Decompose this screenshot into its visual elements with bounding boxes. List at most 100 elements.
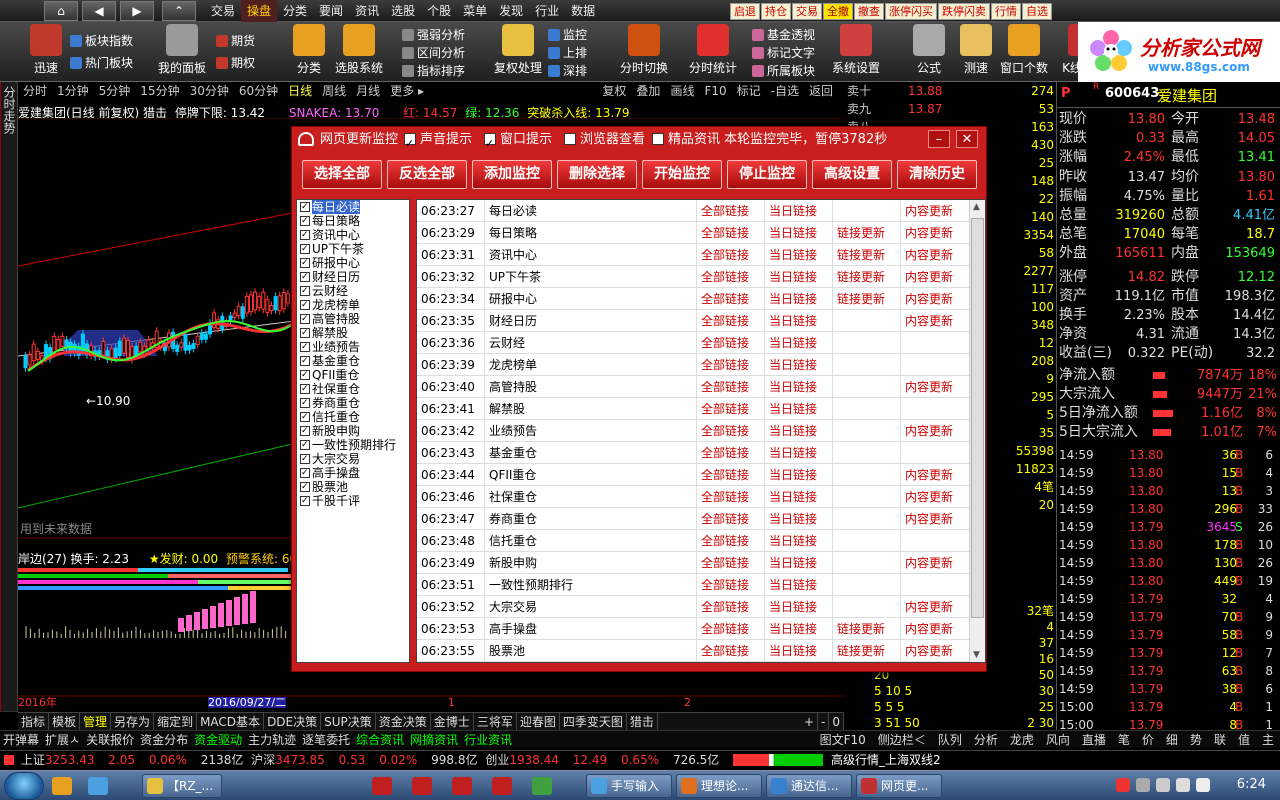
menu-item[interactable]: 个股 [421, 0, 457, 22]
indicator-tab[interactable]: 四季变天图 [560, 713, 627, 730]
source-list-item[interactable]: 社保重仓 [297, 382, 409, 396]
all-links-link[interactable]: 全部链接 [697, 420, 765, 442]
today-links-link[interactable]: 当日链接 [765, 332, 833, 354]
back-icon[interactable]: ◀ [82, 1, 116, 21]
source-checkbox[interactable] [300, 466, 310, 480]
scroll-up-icon[interactable]: ▲ [973, 202, 980, 212]
all-links-link[interactable]: 全部链接 [697, 508, 765, 530]
side-tab[interactable]: 风向 [1040, 731, 1076, 748]
menu-item[interactable]: 选股 [385, 0, 421, 22]
close-icon[interactable]: ✕ [956, 130, 978, 148]
tray-power-icon[interactable] [1176, 778, 1190, 792]
today-links-link[interactable]: 当日链接 [765, 266, 833, 288]
source-checkbox[interactable] [300, 340, 310, 354]
today-links-link[interactable]: 当日链接 [765, 486, 833, 508]
side-tab[interactable]: 势 [1184, 731, 1208, 748]
source-checkbox[interactable] [300, 270, 310, 284]
source-checkbox[interactable] [300, 494, 310, 508]
quick-button[interactable]: 行情 [991, 3, 1021, 20]
content-update-link[interactable]: 内容更新 [901, 464, 971, 486]
indicator-tab[interactable]: DDE决策 [264, 713, 322, 730]
period-tab[interactable]: 更多 ▸ [385, 82, 429, 100]
source-checkbox[interactable] [300, 228, 310, 242]
function-tab[interactable]: 网摘资讯 [407, 731, 461, 748]
today-links-link[interactable]: 当日链接 [765, 574, 833, 596]
all-links-link[interactable]: 全部链接 [697, 486, 765, 508]
function-tab[interactable]: 行业资讯 [461, 731, 515, 748]
menu-item[interactable]: 数据 [565, 0, 601, 22]
source-checkbox[interactable] [300, 326, 310, 340]
toolbar-small-button[interactable]: 上排 [548, 44, 587, 62]
today-links-link[interactable]: 当日链接 [765, 420, 833, 442]
content-update-link[interactable]: 内容更新 [901, 310, 971, 332]
taskbar-button[interactable]: 通达信... [766, 774, 852, 798]
all-links-link[interactable]: 全部链接 [697, 640, 765, 662]
all-links-link[interactable]: 全部链接 [697, 332, 765, 354]
quick-button[interactable]: 交易 [792, 3, 822, 20]
link-update-link[interactable] [833, 552, 901, 574]
function-tab[interactable]: 开弹幕 [0, 731, 42, 748]
link-update-link[interactable] [833, 310, 901, 332]
source-checkbox[interactable] [300, 256, 310, 270]
tray-volume-icon[interactable] [1196, 778, 1210, 792]
dialog-button[interactable]: 开始监控 [642, 160, 722, 189]
source-checkbox[interactable] [300, 214, 310, 228]
chart-tool-button[interactable]: 标记 [732, 82, 766, 100]
side-tab[interactable]: 队列 [932, 731, 968, 748]
side-tab[interactable]: 分析 [968, 731, 1004, 748]
chart-tool-button[interactable]: 叠加 [631, 82, 665, 100]
all-links-link[interactable]: 全部链接 [697, 200, 765, 222]
source-checkbox[interactable] [300, 438, 310, 452]
content-update-link[interactable]: 内容更新 [901, 618, 971, 640]
link-update-link[interactable] [833, 332, 901, 354]
all-links-link[interactable]: 全部链接 [697, 376, 765, 398]
quicklaunch-icon[interactable] [88, 777, 108, 795]
link-update-link[interactable] [833, 530, 901, 552]
today-links-link[interactable]: 当日链接 [765, 464, 833, 486]
today-links-link[interactable]: 当日链接 [765, 618, 833, 640]
today-links-link[interactable]: 当日链接 [765, 310, 833, 332]
toolbar-button[interactable]: 分类 [285, 24, 333, 76]
today-links-link[interactable]: 当日链接 [765, 442, 833, 464]
toolbar-button[interactable]: 测速 [952, 24, 1000, 76]
toolbar-button[interactable]: 复权处理 [494, 24, 542, 76]
side-tab[interactable]: 价 [1136, 731, 1160, 748]
taskbar-button[interactable]: 手写输入 [586, 774, 672, 798]
toolbar-small-button[interactable]: 区间分析 [402, 44, 465, 62]
link-update-link[interactable] [833, 596, 901, 618]
all-links-link[interactable]: 全部链接 [697, 222, 765, 244]
source-list-item[interactable]: 高管持股 [297, 312, 409, 326]
all-links-link[interactable]: 全部链接 [697, 266, 765, 288]
link-update-link[interactable] [833, 376, 901, 398]
menu-item[interactable]: 交易 [205, 0, 241, 22]
all-links-link[interactable]: 全部链接 [697, 464, 765, 486]
source-list-item[interactable]: 信托重仓 [297, 410, 409, 424]
zoom-button[interactable]: + [801, 713, 819, 730]
toolbar-small-button[interactable]: 标记文字 [752, 44, 815, 62]
chart-tool-button[interactable]: 画线 [665, 82, 699, 100]
function-tab[interactable]: 资金驱动 [191, 731, 245, 748]
all-links-link[interactable]: 全部链接 [697, 288, 765, 310]
quicklaunch-icon[interactable] [532, 777, 552, 795]
today-links-link[interactable]: 当日链接 [765, 200, 833, 222]
quick-button[interactable]: 持仓 [761, 3, 791, 20]
source-checkbox[interactable] [300, 452, 310, 466]
dialog-button[interactable]: 高级设置 [812, 160, 892, 189]
left-tab[interactable]: 分时走势 [1, 82, 17, 712]
content-update-link[interactable]: 内容更新 [901, 640, 971, 662]
link-update-link[interactable]: 链接更新 [833, 640, 901, 662]
quicklaunch-icon[interactable] [52, 777, 72, 795]
toolbar-button[interactable]: 窗口个数 [1000, 24, 1048, 76]
sound-option[interactable]: 声音提示 [404, 127, 472, 157]
link-update-link[interactable]: 链接更新 [833, 288, 901, 310]
link-update-link[interactable]: 链接更新 [833, 618, 901, 640]
link-update-link[interactable] [833, 420, 901, 442]
source-checkbox[interactable] [300, 298, 310, 312]
indicator-tab[interactable]: 三将军 [474, 713, 517, 730]
source-list-item[interactable]: 解禁股 [297, 326, 409, 340]
toolbar-small-button[interactable]: 基金透视 [752, 26, 815, 44]
all-links-link[interactable]: 全部链接 [697, 618, 765, 640]
quick-button[interactable]: 跌停闪卖 [938, 3, 990, 20]
dialog-button[interactable]: 清除历史 [897, 160, 977, 189]
zoom-button[interactable]: 0 [829, 713, 844, 730]
